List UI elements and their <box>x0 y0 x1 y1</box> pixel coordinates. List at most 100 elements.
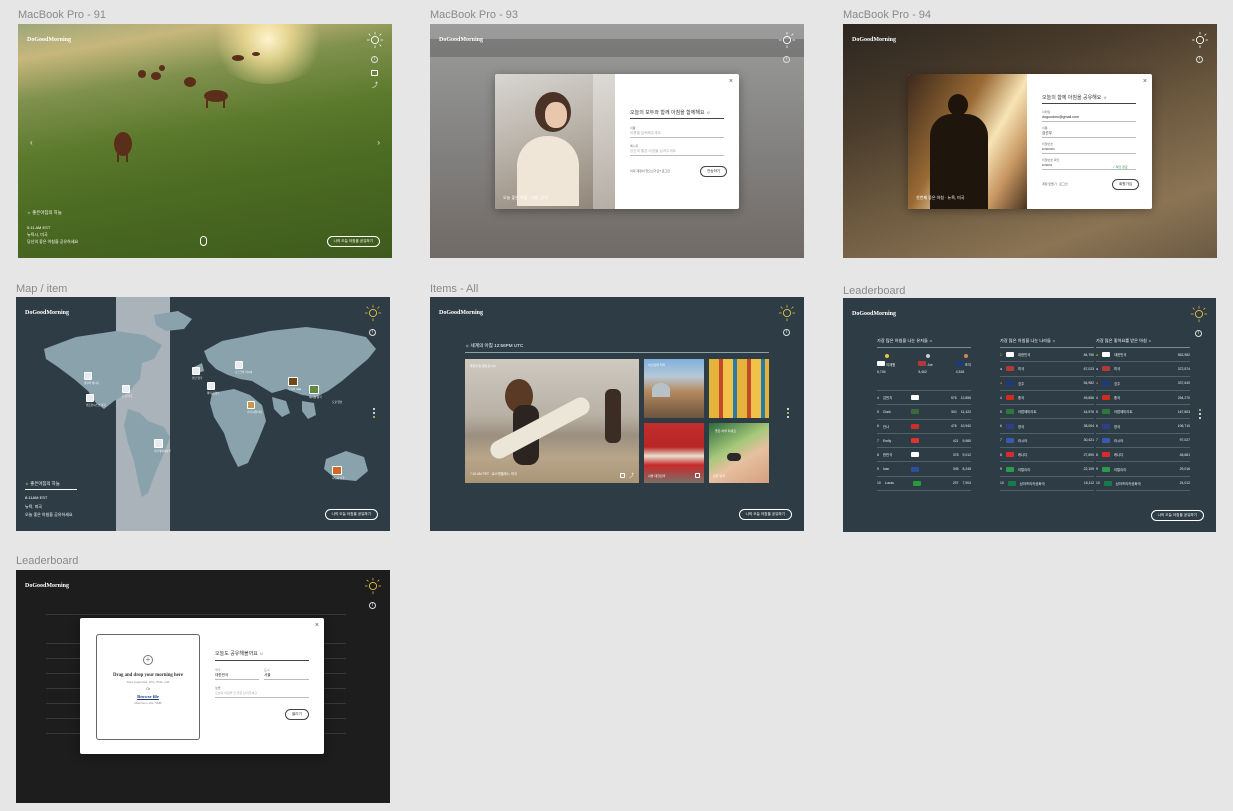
item-card-houses[interactable] <box>709 359 769 418</box>
arrow-right-icon[interactable]: › <box>377 138 380 147</box>
table-row[interactable]: 8 캐나다 27,890 <box>1000 448 1094 463</box>
map-pin-paris[interactable]: 파리 프랑스 <box>207 382 220 395</box>
sun-icon[interactable] <box>778 31 796 49</box>
name-field[interactable]: 이름 이름을 입력해주세요 <box>630 126 724 138</box>
map-pin-newyork[interactable]: 뉴욕 미국 <box>122 385 132 398</box>
table-row[interactable]: ● 대한민국 562,982 <box>1096 348 1190 363</box>
browse-file-link[interactable]: Browse file <box>97 694 199 699</box>
login-link[interactable]: 이미 계정이 있으신가요? 로그인 <box>630 169 670 173</box>
share-morning-button[interactable]: 나의 오늘 아침을 공유하기 <box>326 236 380 247</box>
info-icon[interactable]: i <box>1195 330 1202 337</box>
info-icon[interactable]: i <box>783 56 790 63</box>
table-row[interactable]: 1 대한민국 84,756 <box>1000 348 1094 363</box>
info-icon[interactable]: i <box>369 602 376 609</box>
table-row[interactable]: 5 아랍에미리트 44,576 <box>1000 405 1094 420</box>
table-row[interactable]: ● 미국 67,023 <box>1000 362 1094 377</box>
table-row[interactable]: 7 Emily 421 9,980 <box>877 434 971 449</box>
sun-icon[interactable] <box>364 577 382 595</box>
map-pin-beijing[interactable]: 베이징 중국 <box>309 385 322 399</box>
table-row[interactable]: 6 영국 38,004 <box>1000 419 1094 434</box>
info-icon[interactable]: i <box>369 329 376 336</box>
share-morning-button[interactable]: 나의 오늘 아침을 공유하기 <box>324 509 378 520</box>
login-link[interactable]: 계정 만들기 · 로그인 <box>1042 182 1068 186</box>
close-icon[interactable]: × <box>315 622 319 629</box>
vertical-dots-icon[interactable] <box>787 408 789 420</box>
pin-thumbnail <box>247 401 255 409</box>
heart-icon[interactable] <box>371 70 378 76</box>
brand-logo[interactable]: DoGoodMorning <box>439 310 483 316</box>
map-pin-london[interactable]: 런던 영국 <box>192 367 202 380</box>
map-pin-tokyo[interactable]: 도쿄 일본 <box>332 400 342 404</box>
info-icon[interactable]: i <box>783 329 790 336</box>
sun-icon[interactable] <box>778 304 796 322</box>
map-pin-rio[interactable]: 리우데자네이루 <box>154 439 171 453</box>
table-row[interactable]: 6 영국 106,710 <box>1096 419 1190 434</box>
share-morning-button[interactable]: 나의 오늘 아침을 공유하기 <box>738 509 792 520</box>
table-row[interactable]: 4 김민지 576 12,856 <box>877 391 971 406</box>
table-row[interactable]: 5 아랍에미리트 167,803 <box>1096 405 1190 420</box>
arrow-left-icon[interactable]: ‹ <box>30 138 33 147</box>
vertical-dots-icon[interactable] <box>373 408 375 420</box>
drop-zone[interactable]: + Drag and drop your morning here Files … <box>96 634 200 740</box>
share-morning-button[interactable]: 나의 오늘 아침을 공유하기 <box>1150 510 1204 521</box>
vertical-dots-icon[interactable] <box>1199 409 1201 421</box>
table-row[interactable]: 7 러시아 97,027 <box>1096 434 1190 449</box>
table-row[interactable]: 5 Clark 501 11,422 <box>877 405 971 420</box>
email-field[interactable]: 이메일 dogoodmo@gmail.com <box>1042 110 1136 122</box>
close-icon[interactable]: × <box>729 78 733 85</box>
item-card-istanbul[interactable]: 이스탄불 터키 <box>644 359 704 418</box>
sun-icon[interactable] <box>366 31 384 49</box>
info-icon[interactable]: i <box>371 56 378 63</box>
table-row[interactable]: 9 이탈리아 22,109 <box>1000 462 1094 477</box>
table-row[interactable]: 4 중국 49,856 <box>1000 391 1094 406</box>
close-icon[interactable]: × <box>1143 78 1147 85</box>
table-row[interactable]: 8 한민석 378 9,012 <box>877 448 971 463</box>
map-pin-sydney[interactable]: 시드니 호주 <box>332 466 345 480</box>
sun-icon[interactable] <box>1191 31 1209 49</box>
table-row[interactable]: 8 캐나다 48,681 <box>1096 448 1190 463</box>
map-pin-moscow[interactable]: 모스크바 러시아 <box>235 361 252 374</box>
description-field[interactable]: 설명 오늘의 아침을 한 줄로 남겨주세요 <box>215 686 309 698</box>
map-pin-rome[interactable]: 로마 이탈리아 <box>247 401 262 414</box>
submit-button[interactable]: 전송하기 <box>700 166 728 177</box>
item-card-train[interactable]: 서울 대한민국 <box>644 423 704 483</box>
sun-icon[interactable] <box>364 304 382 322</box>
table-row[interactable]: 4 중국 254,270 <box>1096 391 1190 406</box>
message-field[interactable]: 메시지 당신의 좋은 아침을 남겨주세요 <box>630 144 724 156</box>
map-pin-dubai[interactable]: 두바이 UAE <box>288 377 301 391</box>
brand-logo[interactable]: DoGoodMorning <box>25 310 69 316</box>
table-row[interactable]: 7 러시아 30,421 <box>1000 434 1094 449</box>
share-icon[interactable]: ⤴ <box>372 83 378 89</box>
table-row[interactable]: ● 호주 337,640 <box>1096 377 1190 391</box>
table-row[interactable]: 10 남아프리카공화국 18,112 <box>1000 477 1094 491</box>
heart-icon[interactable] <box>695 473 700 478</box>
table-row[interactable]: 6 안나 476 10,940 <box>877 420 971 434</box>
table-row[interactable]: 10 남아프리카공화국 24,012 <box>1096 477 1190 491</box>
brand-logo[interactable]: DoGoodMorning <box>852 311 896 317</box>
brand-logo[interactable]: DoGoodMorning <box>25 583 69 589</box>
password-field[interactable]: 비밀번호 •••••••••• <box>1042 142 1136 154</box>
brand-logo[interactable]: DoGoodMorning <box>439 37 483 43</box>
item-card-hand[interactable]: 좋은 하루 되세요 런던 영국 <box>709 423 769 483</box>
upload-submit-button[interactable]: 올리기 <box>285 709 309 720</box>
table-row[interactable]: 10 Lucas 297 7,904 <box>877 477 971 492</box>
plus-icon[interactable]: + <box>143 655 153 665</box>
frame-label-items: Items - All <box>430 283 479 295</box>
name-field[interactable]: 이름 김선우 <box>1042 126 1136 138</box>
city-field[interactable]: 도시 서울 <box>264 668 309 680</box>
map-pin-vancouver[interactable]: 밴쿠버 캐나다 <box>84 372 99 385</box>
table-row[interactable]: ● 호주 54,982 <box>1000 377 1094 391</box>
item-card-main[interactable]: 좋은아침 캘리포니아 7:16 AM PDT · 로스앤젤레스, 미국 ⤴ <box>465 359 639 483</box>
heart-icon[interactable] <box>620 473 625 478</box>
brand-logo[interactable]: DoGoodMorning <box>852 37 896 43</box>
sun-icon[interactable] <box>1190 305 1208 323</box>
table-row[interactable]: ● 미국 372,574 <box>1096 362 1190 377</box>
table-row[interactable]: 9 이탈리아 29,016 <box>1096 462 1190 477</box>
table-row[interactable]: 9 Ivan 345 8,245 <box>877 462 971 477</box>
share-icon[interactable]: ⤴ <box>629 474 634 479</box>
brand-logo[interactable]: DoGoodMorning <box>27 37 71 43</box>
register-button[interactable]: 회원가입 <box>1112 179 1140 190</box>
country-field[interactable]: 국가 대한민국 <box>215 668 259 680</box>
info-icon[interactable]: i <box>1196 56 1203 63</box>
map-pin-sanfrancisco[interactable]: 샌프란시스코 미국 <box>86 394 106 407</box>
